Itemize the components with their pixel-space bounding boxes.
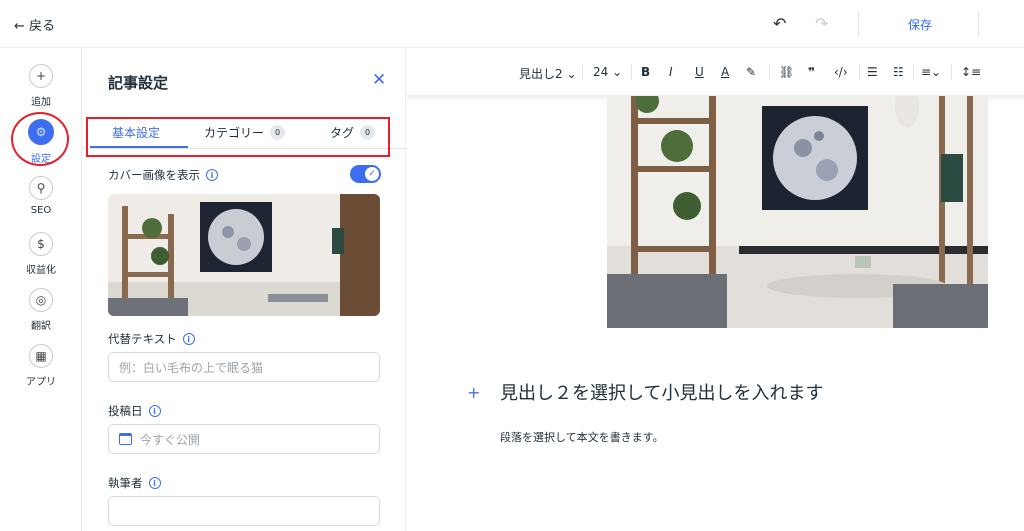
cover-image-preview[interactable] bbox=[108, 194, 380, 316]
divider bbox=[582, 64, 583, 80]
article-subheading[interactable]: 見出し２を選択して小見出しを入れます bbox=[500, 379, 823, 405]
plus-icon: + bbox=[29, 64, 53, 88]
search-icon: ⚲ bbox=[29, 176, 53, 200]
back-button[interactable]: ← 戻る bbox=[14, 15, 55, 34]
save-button[interactable]: 保存 bbox=[908, 16, 932, 33]
label-text: 執筆者 bbox=[108, 476, 143, 490]
cover-image-toggle[interactable]: ✓ bbox=[350, 165, 381, 183]
globe-icon: ◎ bbox=[29, 288, 53, 312]
close-icon[interactable]: ✕ bbox=[372, 70, 386, 90]
numbered-list-icon[interactable]: ☰ bbox=[867, 65, 878, 79]
info-icon[interactable]: i bbox=[148, 405, 161, 417]
rail-label: SEO bbox=[30, 205, 52, 216]
code-icon[interactable]: ‹/› bbox=[834, 65, 848, 79]
divider bbox=[631, 64, 632, 80]
label-text: カバー画像を表示 bbox=[108, 168, 200, 182]
highlight-icon[interactable]: ✎ bbox=[746, 65, 756, 79]
italic-icon[interactable]: I bbox=[669, 65, 673, 79]
cover-image-label: カバー画像を表示 i bbox=[108, 167, 218, 183]
font-size-value: 24 bbox=[593, 65, 609, 79]
settings-panel: 記事設定 ✕ 基本設定 カテゴリー 0 タグ 0 カバー画像を表示 i ✓ 代替… bbox=[82, 48, 406, 531]
add-block-icon[interactable]: + bbox=[467, 383, 480, 402]
chevron-down-icon: ⌄ bbox=[612, 65, 623, 79]
annotation-circle bbox=[11, 112, 69, 166]
info-icon[interactable]: i bbox=[148, 477, 161, 489]
rail-label: 翻訳 bbox=[31, 321, 51, 332]
article-cover-image[interactable] bbox=[607, 96, 988, 328]
alt-text-label: 代替テキスト i bbox=[108, 331, 195, 347]
back-label: ← 戻る bbox=[14, 19, 56, 34]
author-input[interactable] bbox=[108, 496, 380, 526]
panel-title: 記事設定 bbox=[108, 74, 169, 92]
date-value: 今すぐ公開 bbox=[140, 432, 201, 447]
underline-icon[interactable]: U bbox=[695, 65, 704, 79]
annotation-box bbox=[86, 117, 390, 157]
editor-toolbar: 見出し2 ⌄ 24 ⌄ B I U A ✎ ⛓ ❞ ‹/› ☰ ☷ ≡⌄ ↕≡ bbox=[407, 48, 1024, 96]
label-text: 投稿日 bbox=[108, 404, 143, 418]
undo-icon[interactable]: ↶ bbox=[773, 14, 786, 33]
bold-icon[interactable]: B bbox=[641, 65, 650, 79]
apps-icon: ▦ bbox=[29, 344, 53, 368]
bullet-list-icon[interactable]: ☷ bbox=[893, 65, 904, 79]
info-icon[interactable]: i bbox=[182, 333, 195, 345]
label-text: 代替テキスト bbox=[108, 332, 177, 346]
divider bbox=[858, 12, 859, 36]
info-icon[interactable]: i bbox=[206, 169, 218, 181]
publish-date-label: 投稿日 i bbox=[108, 403, 161, 419]
font-size-dropdown[interactable]: 24 ⌄ bbox=[593, 65, 622, 79]
check-icon: ✓ bbox=[365, 167, 379, 181]
placeholder-text: 例：白い毛布の上で眠る猫 bbox=[119, 360, 264, 375]
rail-item-add[interactable]: + 追加 bbox=[0, 64, 82, 108]
redo-icon[interactable]: ↷ bbox=[815, 14, 828, 33]
calendar-icon bbox=[119, 433, 132, 445]
divider bbox=[913, 64, 914, 80]
author-label: 執筆者 i bbox=[108, 475, 161, 491]
line-spacing-icon[interactable]: ↕≡ bbox=[961, 65, 981, 79]
text-color-icon[interactable]: A bbox=[721, 65, 729, 79]
divider bbox=[859, 64, 860, 80]
heading-style-value: 見出し2 bbox=[519, 67, 563, 81]
align-icon[interactable]: ≡⌄ bbox=[921, 65, 941, 79]
rail-label: アプリ bbox=[26, 377, 56, 388]
rail-item-translate[interactable]: ◎ 翻訳 bbox=[0, 288, 82, 332]
rail-item-apps[interactable]: ▦ アプリ bbox=[0, 344, 82, 388]
chevron-down-icon: ⌄ bbox=[566, 67, 577, 81]
divider bbox=[769, 64, 770, 80]
alt-text-input[interactable]: 例：白い毛布の上で眠る猫 bbox=[108, 352, 380, 382]
link-icon[interactable]: ⛓ bbox=[779, 65, 794, 79]
divider bbox=[951, 64, 952, 80]
rail-item-seo[interactable]: ⚲ SEO bbox=[0, 176, 82, 216]
top-bar: ← 戻る ↶ ↷ 保存 bbox=[0, 0, 1024, 48]
rail-label: 収益化 bbox=[26, 265, 56, 276]
heading-style-dropdown[interactable]: 見出し2 ⌄ bbox=[519, 65, 577, 82]
rail-item-monetize[interactable]: $ 収益化 bbox=[0, 232, 82, 276]
article-paragraph[interactable]: 段落を選択して本文を書きます。 bbox=[500, 429, 664, 445]
divider bbox=[978, 12, 979, 36]
quote-icon[interactable]: ❞ bbox=[808, 65, 815, 79]
coin-icon: $ bbox=[29, 232, 53, 256]
rail-label: 追加 bbox=[31, 97, 51, 108]
publish-date-input[interactable]: 今すぐ公開 bbox=[108, 424, 380, 454]
